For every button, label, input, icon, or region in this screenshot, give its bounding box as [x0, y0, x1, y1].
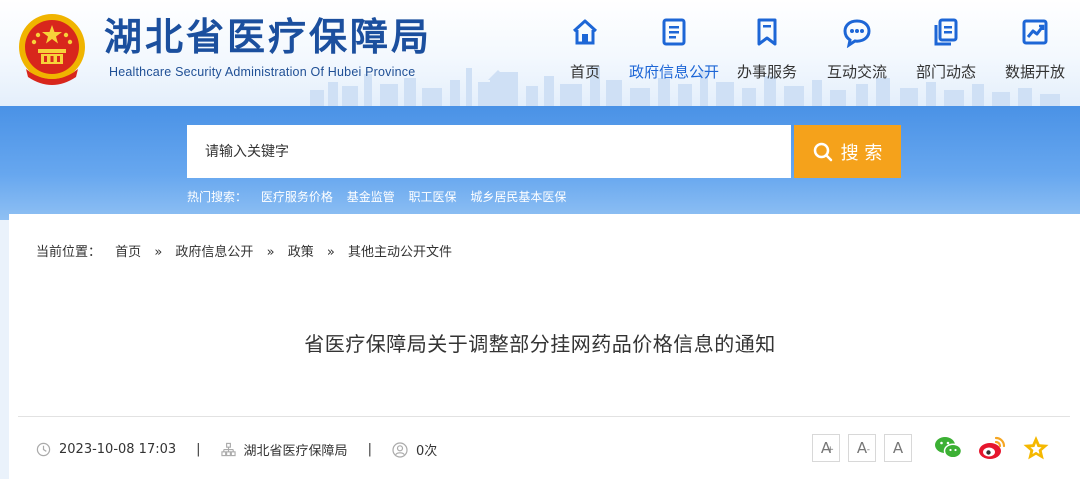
nav-label: 办事服务 — [736, 63, 797, 81]
site-subtitle: Healthcare Security Administration Of Hu… — [109, 65, 416, 79]
nav-item-gov-info[interactable]: 政府信息公开 — [624, 10, 724, 86]
hot-search-link[interactable]: 城乡居民基本医保 — [470, 190, 566, 204]
search-icon — [813, 142, 832, 161]
search-button[interactable]: 搜 索 — [794, 125, 901, 178]
search-input[interactable] — [187, 125, 791, 178]
article-meta: 2023-10-08 17:03 | 湖北省医疗保障局 | 0次 — [36, 440, 437, 459]
nav-label: 首页 — [569, 63, 600, 81]
favorite-star-icon[interactable] — [1021, 434, 1051, 462]
font-smaller-sup: - — [866, 445, 870, 455]
article-source: 湖北省医疗保障局 — [243, 444, 348, 459]
bookmark-icon — [757, 18, 777, 46]
hot-search-link[interactable]: 职工医保 — [409, 190, 457, 204]
breadcrumb-item-other-files[interactable]: 其他主动公开文件 — [348, 245, 452, 260]
nav-item-home[interactable]: 首页 — [535, 10, 635, 86]
site-header: 湖北省医疗保障局 Healthcare Security Administrat… — [0, 0, 1080, 106]
wechat-icon[interactable] — [933, 434, 963, 462]
user-icon — [392, 441, 408, 458]
nav-label: 部门动态 — [915, 63, 976, 81]
document-icon — [662, 18, 686, 46]
home-icon — [572, 19, 598, 45]
nav-item-department-news[interactable]: 部门动态 — [896, 10, 996, 86]
breadcrumb-separator: » — [326, 245, 335, 260]
copy-icon — [934, 18, 958, 46]
breadcrumb-separator: » — [154, 245, 163, 260]
font-normal-label: A — [892, 439, 904, 457]
meta-separator: | — [367, 442, 372, 457]
divider — [18, 416, 1070, 417]
font-larger-sup: + — [826, 445, 834, 455]
breadcrumb-item-gov-info[interactable]: 政府信息公开 — [175, 245, 253, 260]
site-title: 湖北省医疗保障局 — [104, 14, 433, 59]
article-panel: 当前位置： 首页 » 政府信息公开 » 政策 » 其他主动公开文件 省医疗保障局… — [9, 214, 1080, 479]
breadcrumb-item-home[interactable]: 首页 — [115, 245, 141, 260]
publish-date: 2023-10-08 17:03 — [59, 442, 177, 457]
search-button-label: 搜 索 — [840, 142, 883, 164]
article-title: 省医疗保障局关于调整部分挂网药品价格信息的通知 — [304, 332, 776, 356]
nav-label: 互动交流 — [826, 63, 887, 81]
share-tools — [933, 434, 1051, 462]
clock-icon — [36, 442, 51, 457]
chat-icon — [843, 19, 871, 48]
breadcrumb: 当前位置： 首页 » 政府信息公开 » 政策 » 其他主动公开文件 — [36, 241, 452, 260]
organization-icon — [220, 442, 236, 457]
breadcrumb-item-policy[interactable]: 政策 — [288, 245, 314, 260]
hot-search-label: 热门搜索： — [187, 190, 248, 204]
meta-separator: | — [196, 442, 201, 457]
weibo-icon[interactable] — [977, 434, 1007, 462]
font-size-tools: A + A- A — [812, 434, 912, 462]
national-emblem-logo — [19, 14, 85, 85]
font-smaller-label: A — [856, 439, 868, 457]
font-larger-button[interactable]: A + — [812, 434, 840, 462]
nav-item-open-data[interactable]: 数据开放 — [985, 10, 1080, 86]
font-normal-button[interactable]: A — [884, 434, 912, 462]
breadcrumb-label: 当前位置： — [36, 245, 102, 260]
view-count: 0次 — [415, 444, 438, 459]
nav-item-services[interactable]: 办事服务 — [717, 10, 817, 86]
nav-label: 数据开放 — [1004, 63, 1065, 81]
chart-icon — [1022, 19, 1048, 45]
font-smaller-button[interactable]: A- — [848, 434, 876, 462]
hot-search-link[interactable]: 医疗服务价格 — [261, 190, 333, 204]
hot-search: 热门搜索： 医疗服务价格 基金监管 职工医保 城乡居民基本医保 — [187, 188, 566, 205]
nav-label: 政府信息公开 — [628, 63, 719, 81]
breadcrumb-separator: » — [266, 245, 275, 260]
hot-search-link[interactable]: 基金监管 — [347, 190, 395, 204]
nav-item-interaction[interactable]: 互动交流 — [807, 10, 907, 86]
